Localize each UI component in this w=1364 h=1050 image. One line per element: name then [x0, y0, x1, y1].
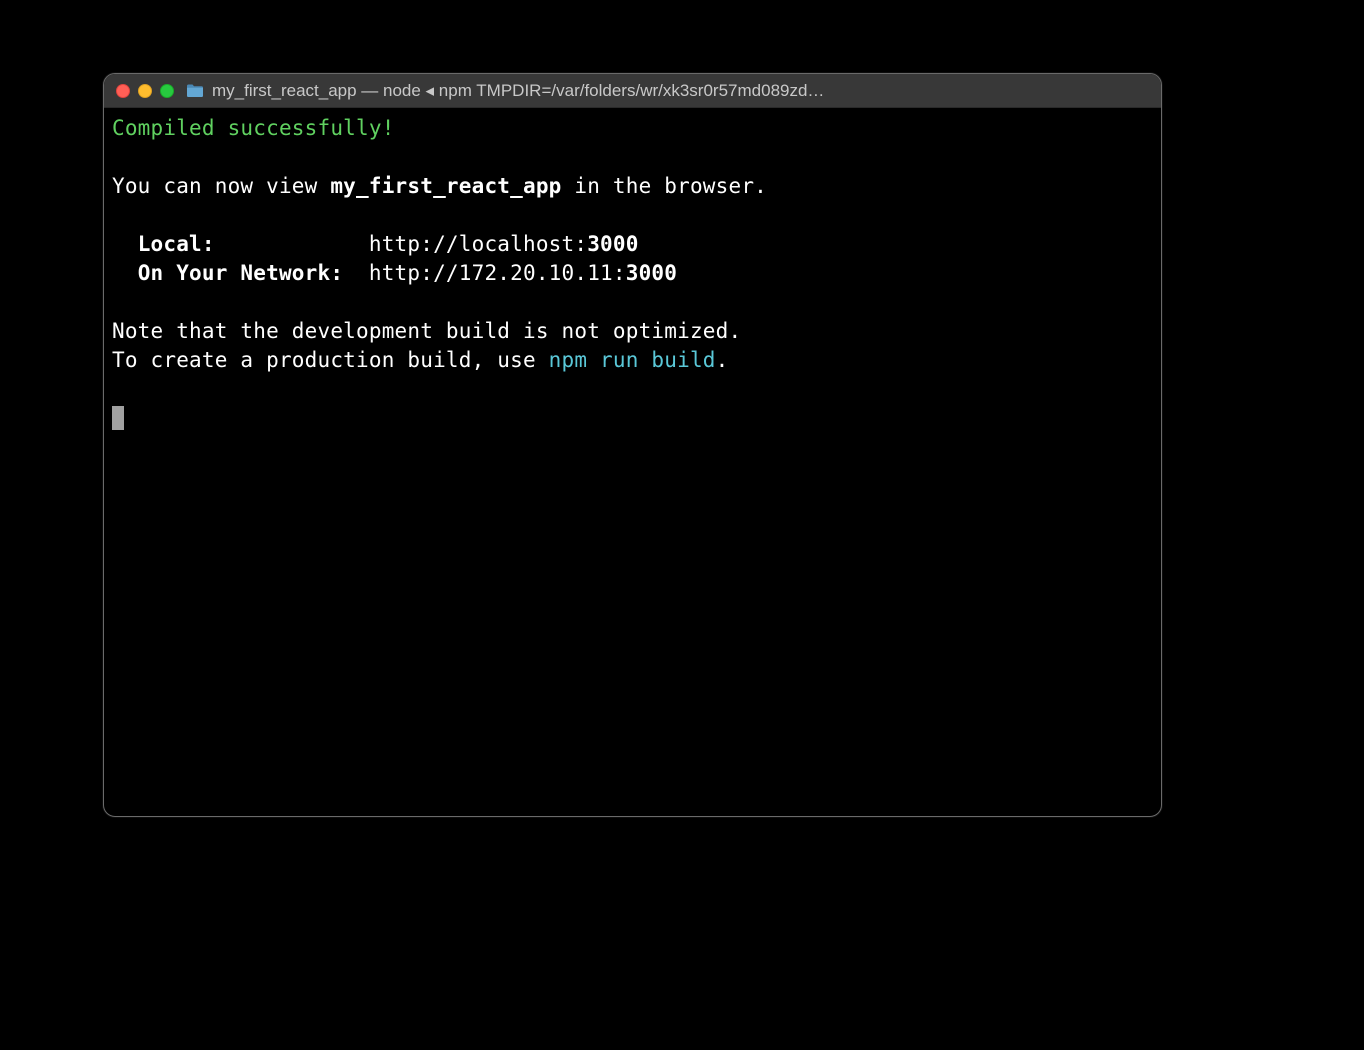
local-label: Local:: [138, 232, 215, 256]
close-button[interactable]: [116, 84, 130, 98]
view-line-prefix: You can now view: [112, 174, 330, 198]
app-name: my_first_react_app: [330, 174, 561, 198]
traffic-lights: [116, 84, 174, 98]
terminal-body[interactable]: Compiled successfully! You can now view …: [104, 108, 1161, 439]
local-port: 3000: [587, 232, 638, 256]
network-port: 3000: [626, 261, 677, 285]
network-url-prefix: http://172.20.10.11:: [369, 261, 626, 285]
minimize-button[interactable]: [138, 84, 152, 98]
title-content: my_first_react_app — node ◂ npm TMPDIR=/…: [186, 81, 1149, 101]
view-line-suffix: in the browser.: [562, 174, 768, 198]
titlebar[interactable]: my_first_react_app — node ◂ npm TMPDIR=/…: [104, 74, 1161, 108]
terminal-window: my_first_react_app — node ◂ npm TMPDIR=/…: [103, 73, 1162, 817]
note-line-1: Note that the development build is not o…: [112, 319, 741, 343]
compile-status: Compiled successfully!: [112, 116, 395, 140]
window-title: my_first_react_app — node ◂ npm TMPDIR=/…: [212, 81, 824, 101]
local-url-prefix: http://localhost:: [369, 232, 587, 256]
note-line-2-suffix: .: [716, 348, 729, 372]
cursor: [112, 406, 124, 430]
build-command: npm run build: [549, 348, 716, 372]
folder-icon: [186, 84, 204, 98]
network-label: On Your Network:: [138, 261, 344, 285]
zoom-button[interactable]: [160, 84, 174, 98]
note-line-2-prefix: To create a production build, use: [112, 348, 549, 372]
